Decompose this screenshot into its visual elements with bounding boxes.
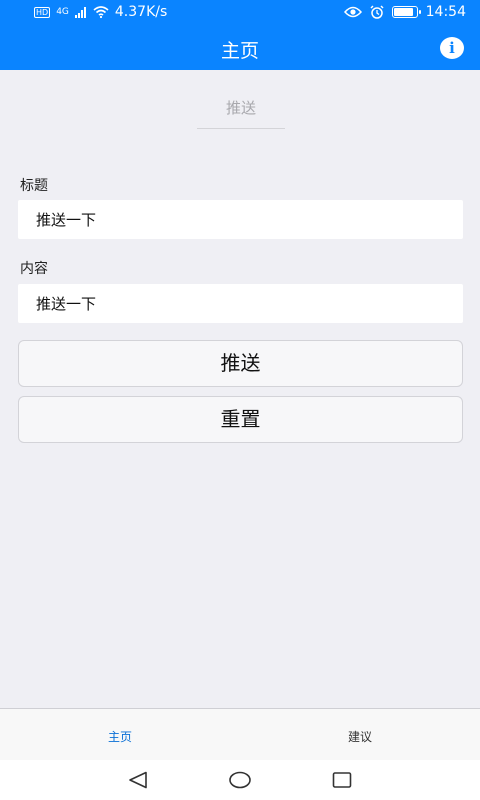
info-icon[interactable]: i: [440, 37, 464, 59]
tab-bar: 主页 建议: [0, 708, 480, 760]
back-icon[interactable]: [128, 771, 148, 789]
title-field[interactable]: [18, 200, 463, 239]
battery-fill: [393, 8, 414, 16]
alarm-icon: [370, 5, 384, 19]
tab-home[interactable]: 主页: [0, 709, 240, 761]
status-time: 14:54: [425, 4, 466, 20]
segment-tab-push[interactable]: 推送: [197, 94, 285, 129]
wifi-icon: [93, 6, 109, 18]
page-title: 主页: [220, 40, 259, 62]
content-label: 内容: [20, 261, 48, 277]
nav-bar: 主页 i: [0, 26, 480, 70]
title-label: 标题: [20, 178, 48, 194]
tab-suggestions[interactable]: 建议: [240, 709, 480, 761]
network-type: 4G: [56, 7, 69, 17]
status-right: 14:54: [343, 4, 466, 20]
home-icon[interactable]: [229, 771, 251, 789]
system-nav-bar: [0, 760, 480, 800]
content-field[interactable]: [18, 284, 463, 323]
status-left: HD 4G 4.37K/s: [34, 4, 167, 20]
signal-icon: [74, 6, 86, 18]
recents-icon[interactable]: [332, 771, 352, 789]
status-bar: HD 4G 4.37K/s 14:54: [0, 0, 480, 26]
network-speed: 4.37K/s: [114, 4, 168, 20]
reset-button[interactable]: 重置: [18, 396, 463, 443]
eye-icon: [343, 6, 362, 18]
battery-icon: [391, 6, 421, 18]
push-button[interactable]: 推送: [18, 340, 463, 387]
hd-badge: HD: [34, 6, 51, 18]
